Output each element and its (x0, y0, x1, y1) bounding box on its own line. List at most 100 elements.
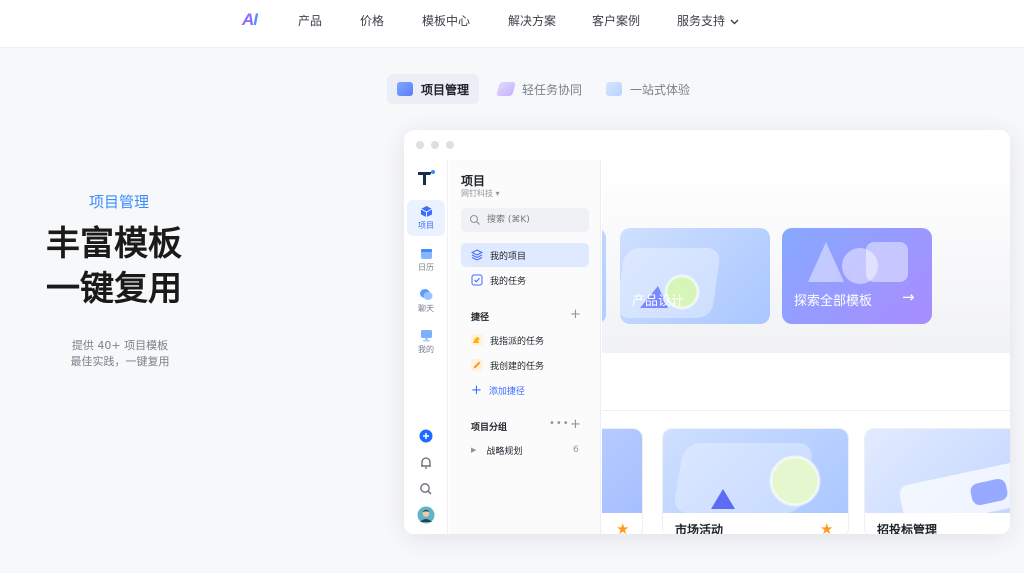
nav-item-support[interactable]: 服务支持 (677, 12, 739, 29)
nav-item-product[interactable]: 产品 (298, 12, 322, 29)
section-kicker: 项目管理 (89, 193, 150, 211)
add-circle-icon[interactable] (418, 428, 434, 444)
chevron-down-icon (730, 19, 739, 24)
search-icon (469, 214, 480, 225)
card-image (663, 429, 848, 513)
card-image (602, 429, 642, 513)
nav-my-tasks[interactable]: 我的任务 (461, 268, 589, 292)
hero-headline: 丰富模板 一键复用 (46, 222, 226, 312)
window-dot (431, 141, 439, 149)
template-gallery: 产品设计 探索全部模板 → ★ 市场活动 ★ 招投标管理 (602, 160, 1010, 534)
rail-item-mine[interactable]: 我的 (407, 324, 445, 360)
pencil-icon (471, 359, 483, 371)
monitor-icon (420, 330, 432, 342)
group-item-label: 战略规划 (486, 446, 523, 457)
shortcut-assigned-tasks[interactable]: 我指派的任务 (461, 328, 589, 352)
add-group-plus-icon[interactable]: + (570, 418, 581, 431)
panel-title: 项目 (461, 174, 486, 188)
star-icon[interactable]: ★ (616, 520, 629, 534)
nav-item-pricing[interactable]: 价格 (360, 12, 384, 29)
cube-icon (420, 206, 432, 217)
rail-item-label: 聊天 (418, 304, 434, 313)
template-card-product-design[interactable]: 产品设计 (620, 228, 770, 324)
nav-label: 我的项目 (490, 251, 527, 262)
logo-letter-i: I (253, 10, 258, 29)
project-group-title: 项目分组 (471, 423, 508, 433)
group-item-count: 6 (573, 445, 579, 455)
card-image (865, 429, 1010, 528)
template-card-label: 市场活动 (675, 523, 724, 534)
group-item-strategy[interactable]: ▶ 战略规划 (461, 438, 589, 462)
template-card-label: 招投标管理 (877, 523, 938, 534)
tab-one-stop[interactable]: 一站式体验 (596, 74, 700, 104)
plus-icon: + (471, 382, 482, 398)
product-design-illustration (620, 248, 720, 318)
headline-line-2: 一键复用 (46, 269, 182, 309)
org-name: 网钉科技 (461, 189, 493, 198)
top-nav: AI 产品 价格 模板中心 解决方案 客户案例 服务支持 (0, 0, 1024, 48)
shortcut-label: 我创建的任务 (490, 361, 545, 372)
subcopy-line-1: 提供 40+ 项目模板 (71, 339, 169, 352)
tab-label: 轻任务协同 (522, 82, 583, 97)
tab-light-task[interactable]: 轻任务协同 (488, 74, 592, 104)
nav-item-templates[interactable]: 模板中心 (422, 12, 470, 29)
nav-item-solutions[interactable]: 解决方案 (508, 12, 556, 29)
window-dot (416, 141, 424, 149)
flex-arm-icon (471, 334, 483, 346)
monitor-tab-icon (606, 82, 622, 96)
avatar[interactable] (417, 506, 435, 524)
hero-subcopy: 提供 40+ 项目模板 最佳实践，一键复用 (68, 338, 172, 370)
template-card-label: 产品设计 (632, 294, 685, 309)
chat-icon (420, 289, 433, 300)
rail-item-calendar[interactable]: 日历 (407, 242, 445, 278)
section-divider (602, 410, 1010, 411)
project-side-panel: 项目 网钉科技 ▾ 我的项目 我的任务 捷径 + 我指派的任务 我创建的任务 +… (449, 160, 601, 534)
template-card-partial-lower[interactable] (602, 428, 643, 534)
tab-project-management[interactable]: 项目管理 (387, 74, 480, 104)
subcopy-line-2: 最佳实践，一键复用 (70, 355, 170, 368)
tab-label: 一站式体验 (630, 82, 691, 97)
template-card-partial[interactable] (602, 228, 606, 324)
caret-down-icon: ▾ (495, 189, 500, 198)
app-logo-icon (418, 170, 435, 185)
add-shortcut-button[interactable]: + 添加捷径 (461, 378, 589, 402)
layers-icon (471, 249, 483, 261)
template-card-marketing[interactable]: 市场活动 (662, 428, 849, 534)
arrow-right-icon: → (902, 288, 915, 306)
nav-item-customers[interactable]: 客户案例 (592, 12, 640, 29)
task-tab-icon (496, 82, 516, 96)
star-icon[interactable]: ★ (820, 520, 833, 534)
project-tab-icon (397, 82, 413, 96)
shortcuts-title: 捷径 (471, 313, 490, 323)
org-switcher[interactable]: 网钉科技 ▾ (461, 188, 500, 199)
brand-logo[interactable]: AI (242, 10, 258, 30)
app-rail: 项目 日历 聊天 我的 (404, 160, 448, 534)
template-card-label: 探索全部模板 (794, 294, 873, 309)
logo-letter-a: A (242, 10, 254, 29)
more-icon[interactable]: ••• (549, 418, 570, 429)
shortcut-label: 我指派的任务 (490, 336, 545, 347)
nav-label: 我的任务 (490, 276, 527, 287)
rail-item-label: 日历 (418, 263, 434, 272)
template-card-bidding[interactable]: 招投标管理 (864, 428, 1010, 534)
search-icon[interactable] (418, 481, 434, 497)
window-dot (446, 141, 454, 149)
shapes-illustration (808, 242, 908, 284)
rail-item-label: 我的 (418, 345, 434, 354)
rail-item-label: 项目 (418, 221, 434, 230)
calendar-icon (420, 249, 432, 259)
nav-my-projects[interactable]: 我的项目 (461, 243, 589, 267)
marketing-illustration (674, 443, 821, 513)
nav-item-support-label: 服务支持 (677, 14, 726, 28)
window-controls (416, 141, 454, 149)
rail-item-project[interactable]: 项目 (407, 200, 445, 236)
bell-icon[interactable] (418, 455, 434, 471)
add-shortcut-plus-icon[interactable]: + (570, 308, 581, 321)
checkbox-icon (471, 274, 483, 286)
headline-line-1: 丰富模板 (46, 224, 182, 264)
rail-item-chat[interactable]: 聊天 (407, 283, 445, 319)
app-window-preview: 项目 日历 聊天 我的 项目 网钉科技 ▾ 我的项目 我的任务 (404, 130, 1010, 534)
shortcut-created-tasks[interactable]: 我创建的任务 (461, 353, 589, 377)
explore-all-templates-card[interactable]: 探索全部模板 → (782, 228, 932, 324)
add-shortcut-label: 添加捷径 (488, 386, 525, 397)
